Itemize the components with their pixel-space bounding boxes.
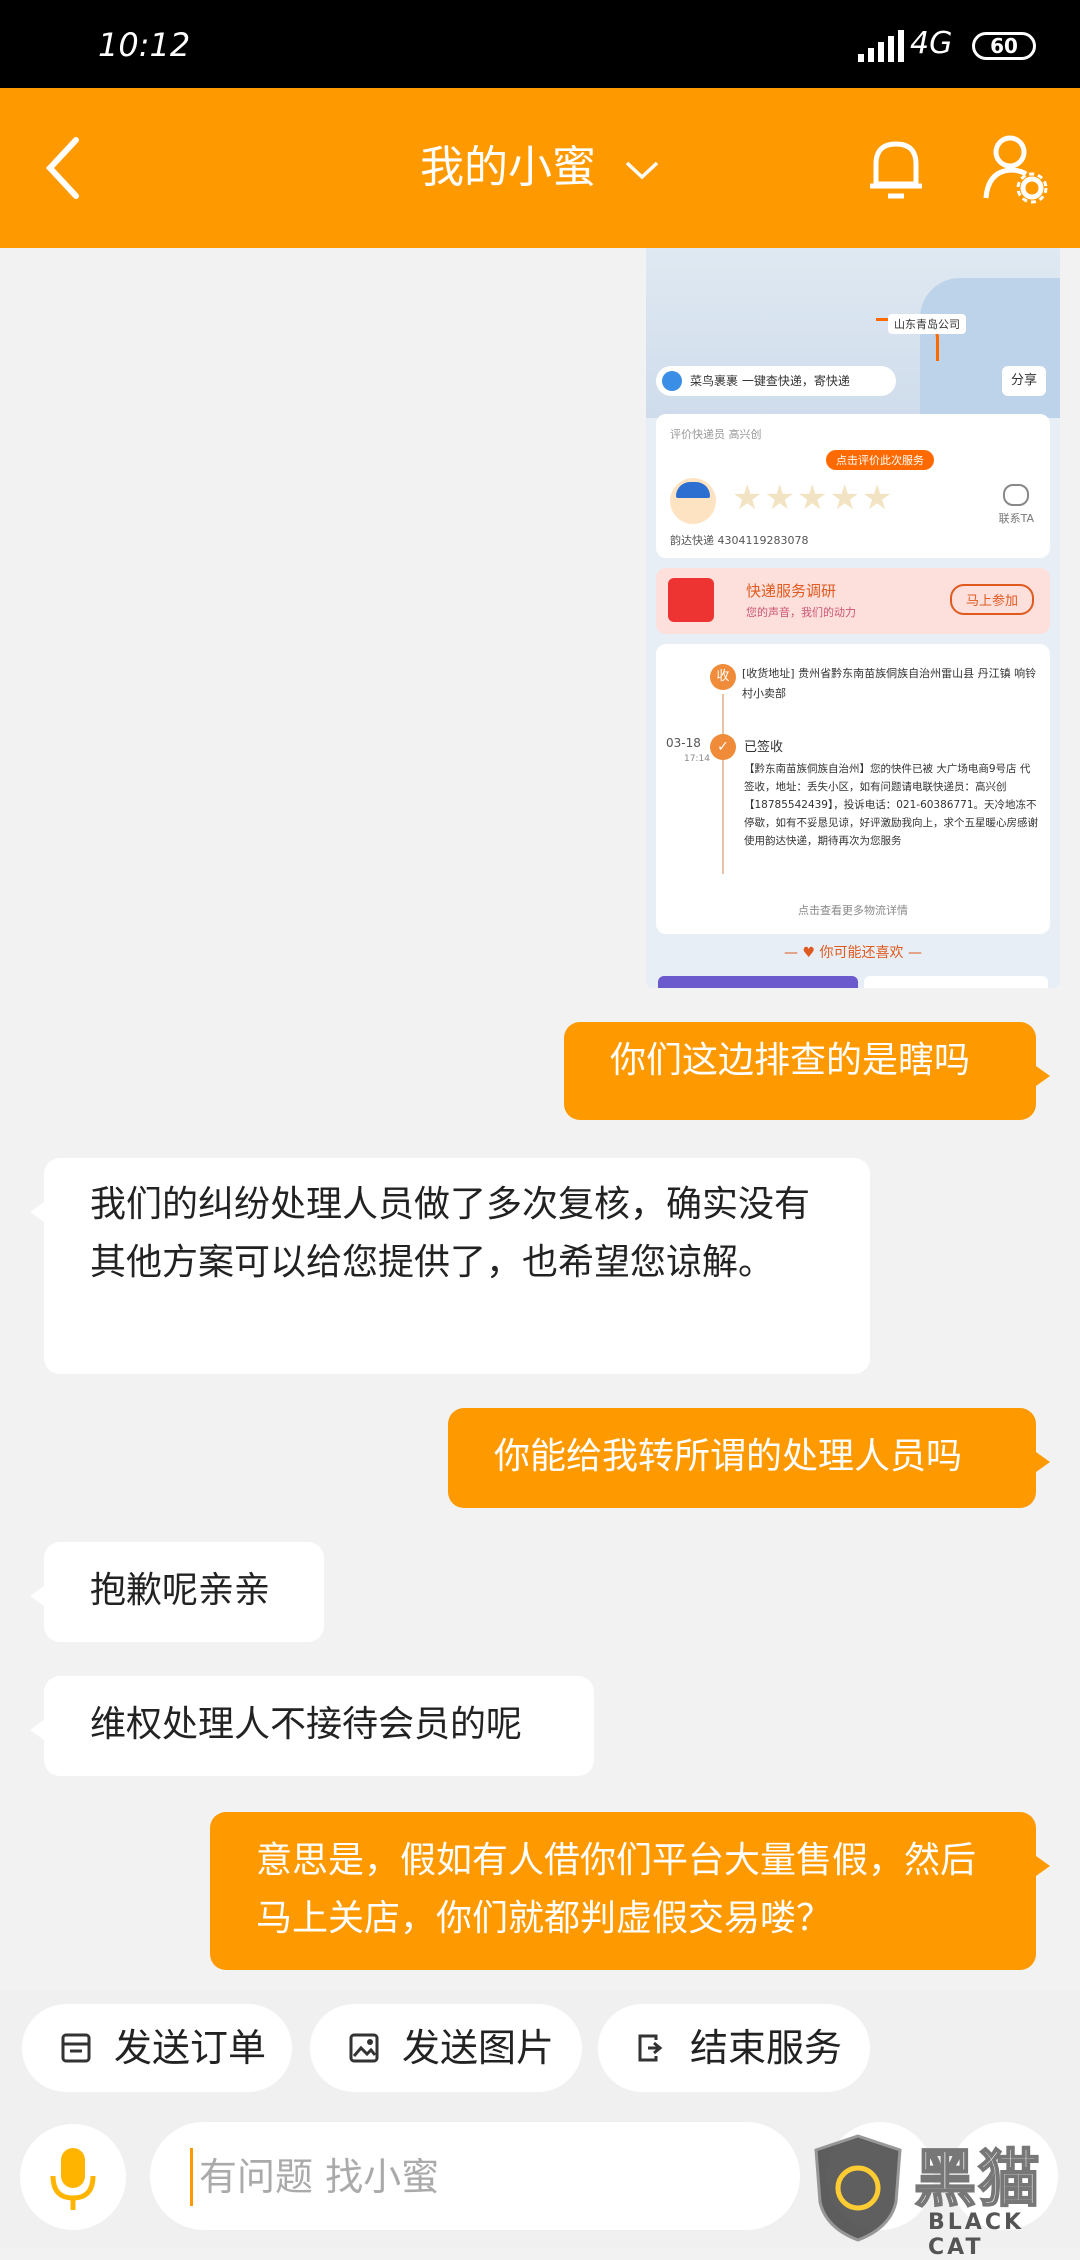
courier-search-bar: 菜鸟裹裹 一键查快递，寄快递 (656, 366, 896, 396)
signal-icon (858, 30, 904, 62)
shield-logo-icon (814, 2134, 902, 2242)
chat-message-bot[interactable]: 维权处理人不接待会员的呢 (30, 1676, 594, 1776)
review-pill: 点击评价此次服务 (826, 450, 934, 470)
back-arrow-icon[interactable] (36, 128, 96, 208)
quick-action-bar: 发送订单 发送图片 结束服务 (0, 1990, 1080, 2106)
contact-courier: 联系TA (999, 484, 1034, 526)
bell-icon[interactable] (864, 134, 928, 204)
message-text: 抱歉呢亲亲 (90, 1570, 271, 1611)
message-text: 意思是，假如有人借你们平台大量售假，然后马上关店，你们就都判虚假交易喽？ (256, 1840, 977, 1939)
share-label: 分享 (1002, 366, 1046, 396)
survey-title: 快递服务调研 (746, 582, 837, 600)
watermark-text-cn: 黑猫 (913, 2141, 1043, 2216)
user-settings-icon[interactable] (980, 130, 1050, 206)
app-header: 我的小蜜 (0, 88, 1080, 248)
sign-time: 17:14 (684, 754, 710, 764)
message-text: 你能给我转所谓的处理人员吗 (494, 1436, 963, 1477)
battery-icon: 60 (972, 32, 1036, 60)
status-bar: 10:12 4G 60 (0, 0, 1080, 88)
shared-logistics-screenshot[interactable]: 山东青岛公司 菜鸟裹裹 一键查快递，寄快递 分享 评价快递员 高兴创 点击评价此… (646, 248, 1060, 988)
send-image-label: 发送图片 (402, 2026, 555, 2070)
message-input[interactable] (190, 2148, 781, 2206)
page-title: 我的小蜜 (420, 142, 596, 193)
check-icon: ✓ (710, 734, 736, 760)
send-image-button[interactable]: 发送图片 (310, 2004, 582, 2092)
more-logistics-link: 点击查看更多物流详情 (798, 904, 908, 917)
voice-input-button[interactable] (20, 2124, 126, 2230)
recommend-tile (658, 976, 858, 988)
network-type: 4G (910, 26, 953, 61)
end-service-button[interactable]: 结束服务 (598, 2004, 870, 2092)
message-input-container (150, 2122, 800, 2230)
recommend-text: 你可能还喜欢 (819, 945, 904, 961)
rating-stars: ★★★★★ (732, 478, 895, 518)
order-icon (61, 2033, 91, 2063)
exit-icon (638, 2034, 663, 2062)
review-label: 评价快递员 高兴创 (670, 428, 762, 441)
survey-banner: 快递服务调研 您的声音，我们的动力 马上参加 (656, 568, 1050, 634)
chat-message-user[interactable]: 意思是，假如有人借你们平台大量售假，然后马上关店，你们就都判虚假交易喽？ (210, 1812, 1050, 1970)
logistics-timeline: 收 [收货地址] 贵州省黔东南苗族侗族自治州雷山县 丹江镇 响铃村小卖部 03-… (656, 644, 1050, 934)
chat-message-bot[interactable]: 我们的纠纷处理人员做了多次复核，确实没有其他方案可以给您提供了，也希望您谅解。 (30, 1158, 870, 1374)
message-text: 我们的纠纷处理人员做了多次复核，确实没有其他方案可以给您提供了，也希望您谅解。 (90, 1184, 811, 1283)
recommend-label: — ♥ 你可能还喜欢 — (784, 945, 922, 961)
message-text: 你们这边排查的是瞎吗 (610, 1040, 971, 1081)
sign-status: 已签收 (744, 740, 784, 755)
image-icon (349, 2033, 379, 2063)
watermark-text-en: BLACK CAT (928, 2210, 1025, 2260)
red-envelope-icon (668, 578, 714, 622)
timeline-line (722, 694, 724, 874)
tracking-number: 韵达快递 4304119283078 (670, 534, 809, 547)
chat-message-bot[interactable]: 抱歉呢亲亲 (30, 1542, 324, 1642)
courier-avatar (670, 478, 716, 524)
microphone-icon (50, 2148, 96, 2210)
status-time: 10:12 (98, 26, 191, 64)
message-text: 维权处理人不接待会员的呢 (90, 1704, 523, 1745)
chat-bubble-icon (1003, 484, 1030, 506)
sign-date: 03-18 (666, 736, 701, 750)
courier-review-card: 评价快递员 高兴创 点击评价此次服务 ★★★★★ 联系TA 韵达快递 43041… (656, 414, 1050, 558)
map-location-tag: 山东青岛公司 (888, 314, 966, 334)
chat-message-user[interactable]: 你们这边排查的是瞎吗 (564, 1022, 1050, 1120)
survey-join-label: 马上参加 (949, 584, 1034, 615)
cainiao-logo-icon (662, 371, 682, 391)
recommend-tile (864, 976, 1048, 988)
courier-search-text: 菜鸟裹裹 一键查快递，寄快递 (690, 374, 850, 388)
chat-message-user[interactable]: 你能给我转所谓的处理人员吗 (448, 1408, 1050, 1508)
send-order-button[interactable]: 发送订单 (22, 2004, 292, 2092)
black-cat-watermark: 黑猫 BLACK CAT (806, 2122, 1080, 2260)
end-service-label: 结束服务 (690, 2026, 843, 2070)
receive-address: [收货地址] 贵州省黔东南苗族侗族自治州雷山县 丹江镇 响铃村小卖部 (742, 667, 1037, 700)
send-order-label: 发送订单 (114, 2026, 267, 2070)
chevron-down-icon (625, 161, 659, 180)
sign-description: 【黔东南苗族侗族自治州】您的快件已被 大广场电商9号店 代签收，地址：丢失小区，… (744, 763, 1038, 847)
survey-subtitle: 您的声音，我们的动力 (746, 606, 856, 619)
contact-label: 联系TA (998, 512, 1034, 525)
receive-icon: 收 (710, 664, 736, 690)
